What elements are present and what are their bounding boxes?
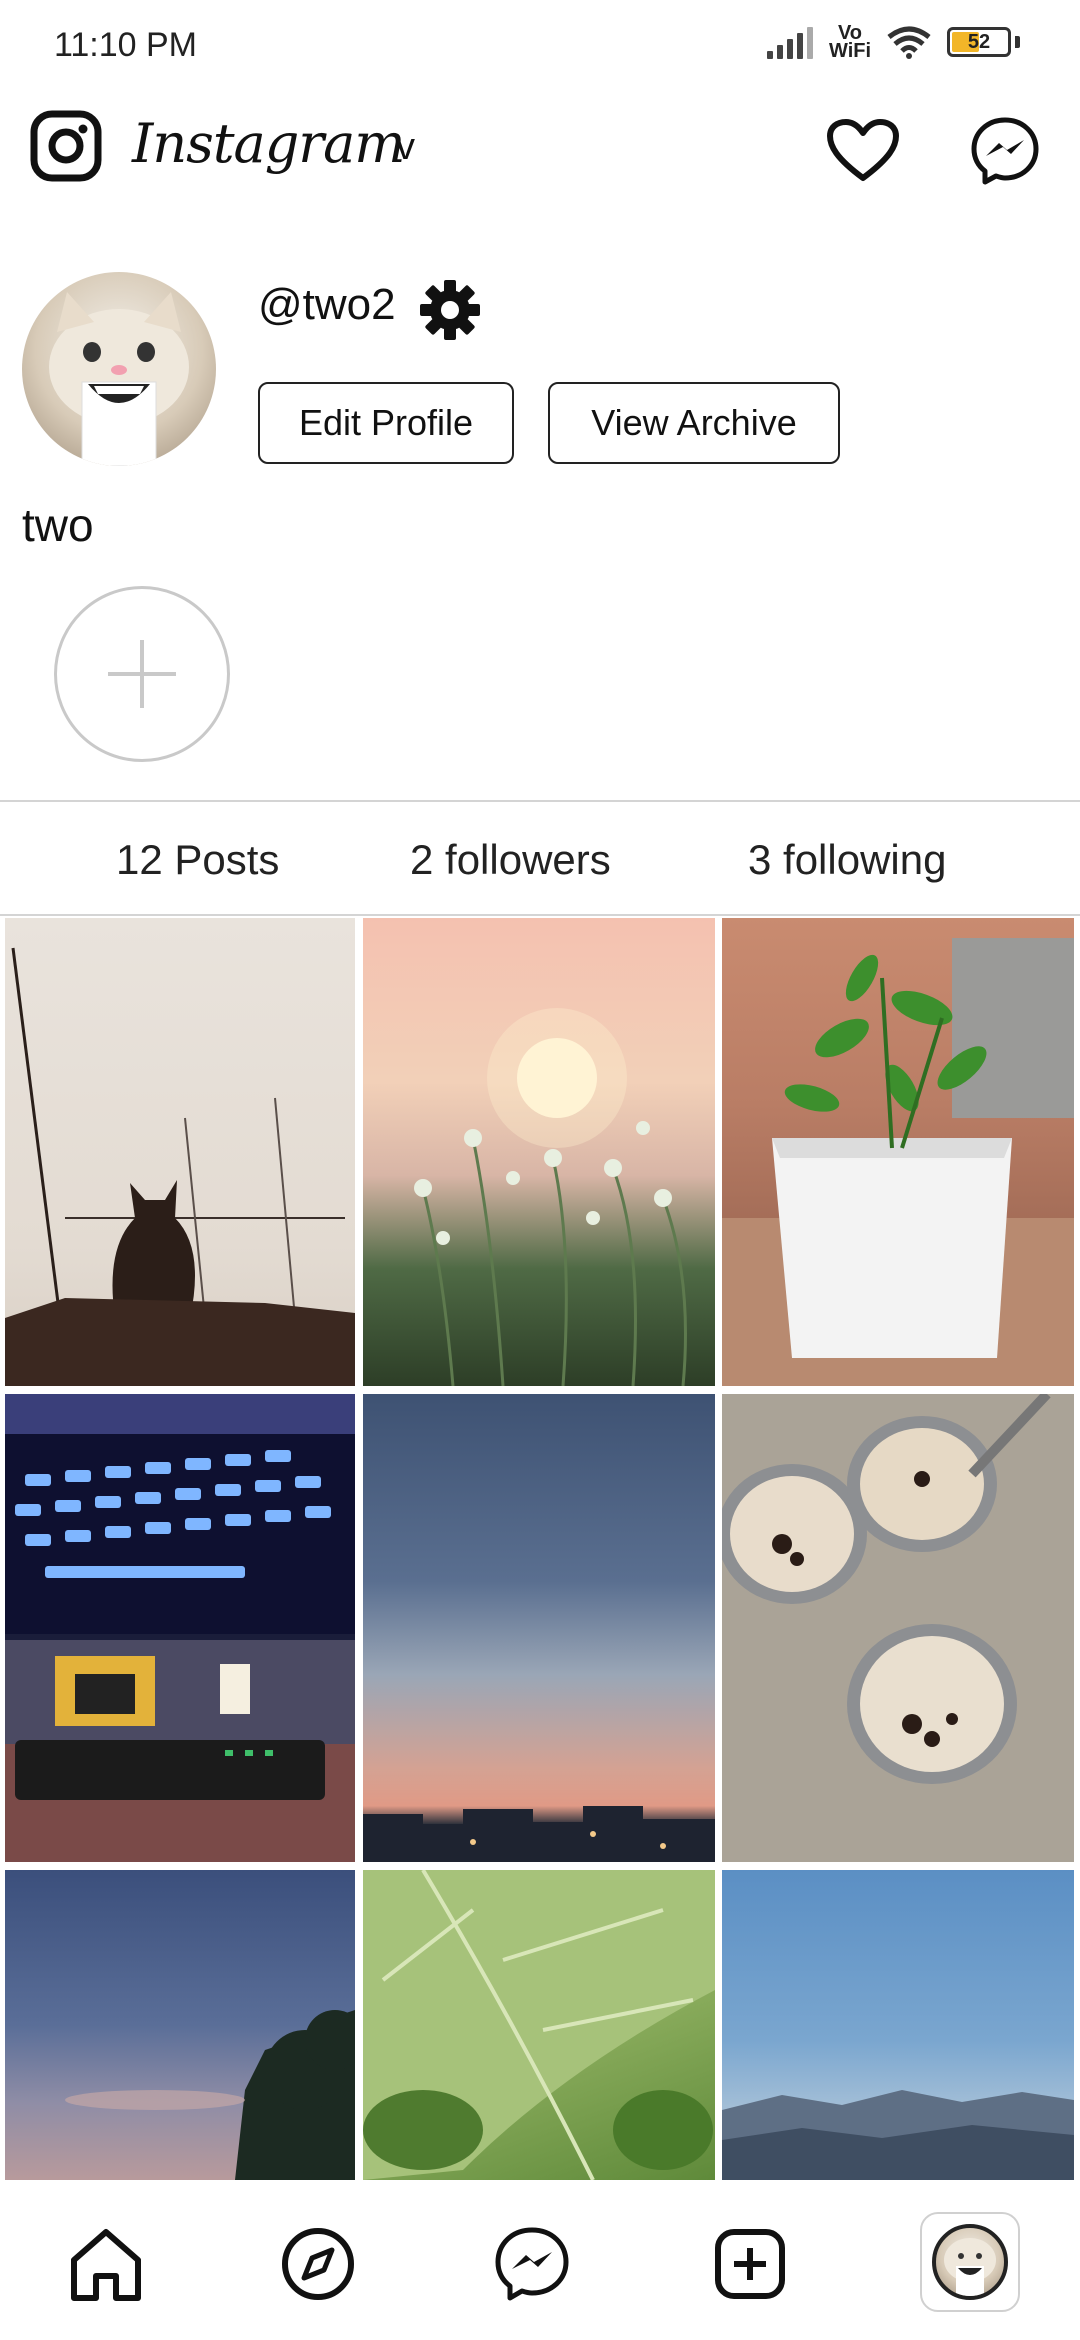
grid-photo-potted-plant[interactable] [722, 918, 1074, 1386]
profile-display-name: two [22, 499, 94, 551]
profile-avatar[interactable] [22, 272, 216, 466]
profile-tab-avatar[interactable] [920, 2212, 1020, 2312]
app-title: Instagram [132, 112, 405, 175]
settings-gear-icon[interactable] [418, 278, 482, 342]
status-time: 11:10 PM [54, 26, 198, 64]
view-archive-button[interactable]: View Archive [548, 382, 840, 464]
add-post-icon[interactable] [710, 2224, 790, 2304]
messenger-icon[interactable] [970, 116, 1040, 186]
battery-tip [1015, 36, 1020, 48]
battery-level: 52 [967, 31, 991, 53]
battery-icon: 52 [947, 27, 1011, 57]
grid-photo-dusk-sky[interactable] [363, 1394, 715, 1862]
profile-stats-bar: 12 Posts 2 followers 3 following [0, 800, 1080, 916]
instagram-logo-icon[interactable] [30, 110, 102, 182]
grid-photo-evening-sky-tree[interactable] [5, 1870, 355, 2180]
followers-count[interactable]: 2 followers [410, 836, 611, 884]
grid-photo-blue-sky-hills[interactable] [722, 1870, 1074, 2180]
app-header: Instagram v [0, 96, 1080, 206]
status-bar: 11:10 PM Vo WiFi 52 [0, 0, 1080, 96]
account-switch-chevron-icon[interactable]: v [396, 126, 415, 169]
posts-count[interactable]: 12 Posts [116, 836, 279, 884]
bottom-navigation [0, 2180, 1080, 2340]
add-story-highlight-button[interactable] [54, 586, 230, 762]
signal-icon [767, 25, 813, 59]
profile-username: @two2 [258, 280, 396, 329]
vowifi-label: Vo WiFi [829, 22, 872, 62]
photo-grid [0, 918, 1080, 2180]
wifi-icon [887, 26, 931, 59]
heart-icon[interactable] [826, 118, 900, 184]
edit-profile-button[interactable]: Edit Profile [258, 382, 514, 464]
grid-photo-keyboard-setup[interactable] [5, 1394, 355, 1862]
grid-photo-cat-silhouette[interactable] [5, 918, 355, 1386]
grid-photo-green-leaf[interactable] [363, 1870, 715, 2180]
status-icons: Vo WiFi 52 [767, 22, 1020, 62]
following-count[interactable]: 3 following [748, 836, 946, 884]
profile-tab-avatar-image [932, 2224, 1008, 2300]
explore-compass-icon[interactable] [278, 2224, 358, 2304]
cat-avatar-image [49, 292, 189, 466]
grid-photo-cold-coffee-cups[interactable] [722, 1394, 1074, 1862]
home-icon[interactable] [66, 2224, 146, 2304]
grid-photo-sunset-flowers[interactable] [363, 918, 715, 1386]
messenger-nav-icon[interactable] [492, 2224, 572, 2304]
